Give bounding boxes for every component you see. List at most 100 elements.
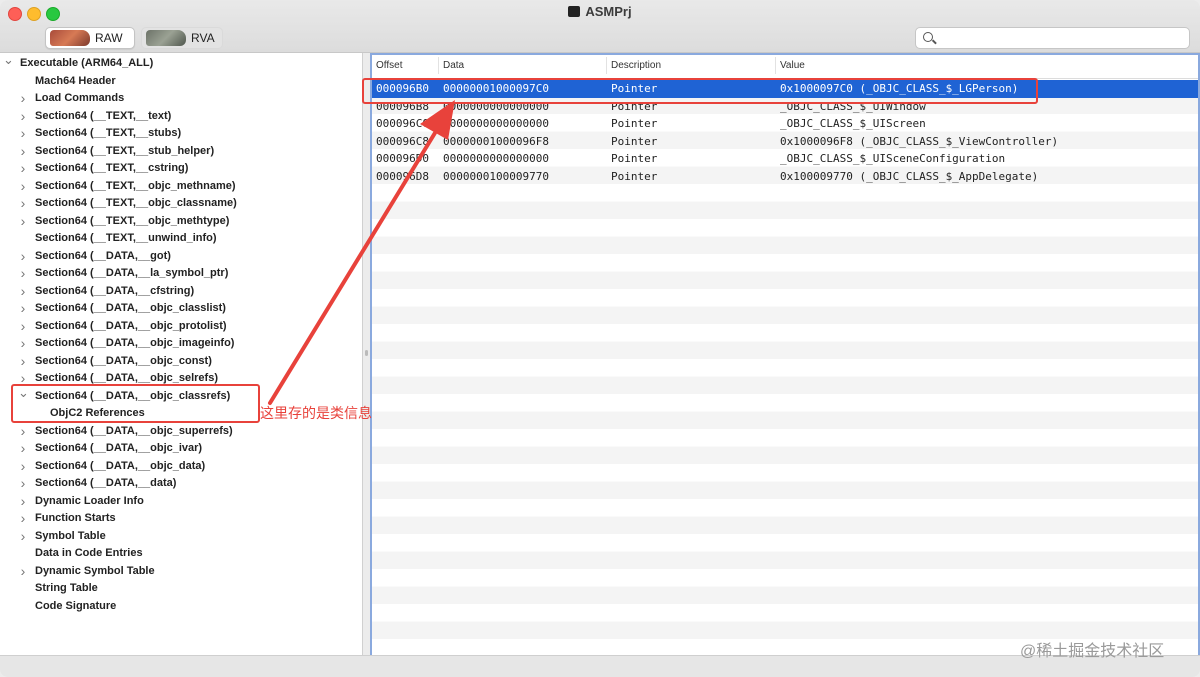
tree-item[interactable]: › Dynamic Loader Info <box>0 493 362 511</box>
chevron-down-icon[interactable]: ⌄ <box>3 53 14 69</box>
cell-description: Pointer <box>611 169 658 183</box>
tree-item-label: Mach64 Header <box>35 74 116 87</box>
tree-item-label: Dynamic Loader Info <box>35 494 144 507</box>
tree-item-label: Executable (ARM64_ALL) <box>20 57 154 69</box>
raw-mode-button[interactable]: RAW <box>45 27 135 49</box>
tree-item[interactable]: › Section64 (__DATA,__objc_selrefs) <box>0 370 362 388</box>
tree-item-label: Function Starts <box>35 512 116 524</box>
chevron-right-icon[interactable]: › <box>18 563 28 581</box>
table-row[interactable]: 000096B0 00000001000097C0 Pointer 0x1000097… <box>370 80 1200 98</box>
tree-item[interactable]: › Function Starts <box>0 510 362 528</box>
chevron-right-icon[interactable]: › <box>18 300 28 318</box>
tree-item-label: ObjC2 References <box>50 407 145 419</box>
tree-item[interactable]: › Section64 (__DATA,__got) <box>0 248 362 266</box>
chevron-right-icon[interactable]: › <box>18 108 28 126</box>
cell-description: Pointer <box>611 82 658 95</box>
chevron-right-icon[interactable]: › <box>18 125 28 143</box>
watermark: @稀土掘金技术社区 <box>1020 643 1165 660</box>
chevron-right-icon[interactable]: › <box>18 528 28 546</box>
document-icon <box>568 6 581 17</box>
chevron-right-icon[interactable]: › <box>18 493 28 511</box>
cell-value: 0x1000097C0 (_OBJC_CLASS_$_LGPerson) <box>780 82 1019 95</box>
chevron-right-icon[interactable]: › <box>18 213 28 231</box>
cell-offset: 000096D0 <box>376 152 429 165</box>
table-row[interactable]: 000096D8 0000000100009770 Pointer 0x1000097… <box>370 168 1200 186</box>
tree-item[interactable]: › Section64 (__TEXT,__objc_methtype) <box>0 213 362 231</box>
rva-mode-button[interactable]: RVA <box>141 27 223 49</box>
tree-item[interactable]: › Section64 (__DATA,__objc_imageinfo) <box>0 335 362 353</box>
table-row[interactable]: 000096D0 0000000000000000 Pointer _OBJC_CLA… <box>370 150 1200 168</box>
tree-item[interactable]: String Table <box>0 580 362 598</box>
chevron-right-icon[interactable]: › <box>18 248 28 266</box>
column-divider <box>438 57 439 74</box>
structure-tree[interactable]: ⌄ Executable (ARM64_ALL) Mach64 Header › Loa… <box>0 53 363 655</box>
tree-item[interactable]: ⌄ Executable (ARM64_ALL) <box>0 53 362 73</box>
tree-item[interactable]: Mach64 Header <box>0 73 362 91</box>
chevron-right-icon[interactable]: › <box>18 423 28 441</box>
chevron-right-icon[interactable]: › <box>18 353 28 371</box>
tree-item[interactable]: › Load Commands <box>0 90 362 108</box>
table-row[interactable]: 000096C8 00000001000096F8 Pointer 0x1000096… <box>370 133 1200 151</box>
chevron-right-icon[interactable]: › <box>18 475 28 493</box>
cell-data: 0000000000000000 <box>443 117 549 130</box>
tree-item[interactable]: › Section64 (__DATA,__data) <box>0 475 362 493</box>
tree-item-label: Section64 (__DATA,__objc_classlist) <box>35 302 226 314</box>
tree-item-label: Section64 (__DATA,__got) <box>35 249 171 262</box>
chevron-right-icon[interactable]: › <box>18 283 28 301</box>
chevron-right-icon[interactable]: › <box>18 440 28 458</box>
tree-item[interactable]: › Section64 (__TEXT,__stubs) <box>0 125 362 143</box>
chevron-right-icon[interactable]: › <box>18 510 28 528</box>
header-value[interactable]: Value <box>780 60 805 71</box>
tree-item[interactable]: › Section64 (__TEXT,__objc_classname) <box>0 195 362 213</box>
tree-item[interactable]: › Dynamic Symbol Table <box>0 563 362 581</box>
chevron-right-icon[interactable]: › <box>18 335 28 353</box>
tree-item[interactable]: › Section64 (__DATA,__objc_protolist) <box>0 318 362 336</box>
tree-item[interactable]: › Section64 (__DATA,__cfstring) <box>0 283 362 301</box>
tree-item[interactable]: › Section64 (__DATA,__la_symbol_ptr) <box>0 265 362 283</box>
tree-item-label: Section64 (__TEXT,__stub_helper) <box>35 144 215 157</box>
chevron-right-icon[interactable]: › <box>18 318 28 336</box>
tree-item[interactable]: › Symbol Table <box>0 528 362 546</box>
table-header: Offset Data Description Value <box>370 53 1200 79</box>
tree-item[interactable]: › Section64 (__TEXT,__text) <box>0 108 362 126</box>
tree-item-label: Section64 (__DATA,__objc_data) <box>35 459 206 472</box>
tree-item[interactable]: Code Signature <box>0 598 362 616</box>
cell-data: 0000000000000000 <box>443 152 549 165</box>
tree-item[interactable]: › Section64 (__DATA,__objc_ivar) <box>0 440 362 458</box>
tree-item-label: Section64 (__TEXT,__unwind_info) <box>35 232 217 244</box>
chevron-right-icon[interactable]: › <box>18 195 28 213</box>
chevron-right-icon[interactable]: › <box>18 160 28 178</box>
tree-item[interactable]: Data in Code Entries <box>0 545 362 563</box>
tree-item[interactable]: › Section64 (__DATA,__objc_data) <box>0 458 362 476</box>
chevron-right-icon[interactable]: › <box>18 143 28 161</box>
chevron-right-icon[interactable]: › <box>18 90 28 108</box>
chevron-right-icon[interactable]: › <box>18 458 28 476</box>
header-description[interactable]: Description <box>611 60 661 71</box>
tree-item[interactable]: › Section64 (__DATA,__objc_classlist) <box>0 300 362 318</box>
tree-item[interactable]: › Section64 (__TEXT,__stub_helper) <box>0 143 362 161</box>
chevron-down-icon[interactable]: ⌄ <box>18 384 29 402</box>
header-data[interactable]: Data <box>443 60 464 71</box>
data-table[interactable]: Offset Data Description Value 000096B0 00… <box>370 53 1200 655</box>
search-field[interactable] <box>915 27 1190 49</box>
table-row[interactable]: 000096B8 0000000000000000 Pointer _OBJC_CLA… <box>370 98 1200 116</box>
chevron-right-icon[interactable]: › <box>18 178 28 196</box>
app-window: ASMPrj RAW RVA ⌄ Executable (ARM64_ALL) Ma… <box>0 0 1200 677</box>
cell-description: Pointer <box>611 134 658 148</box>
annotation-label: 这里存的是类信息 <box>260 405 372 421</box>
tree-item-label: Code Signature <box>35 599 117 612</box>
cell-value: _OBJC_CLASS_$_UIScreen <box>780 117 926 130</box>
window-title: ASMPrj <box>0 4 1200 19</box>
header-offset[interactable]: Offset <box>376 60 403 71</box>
split-view-divider[interactable] <box>363 53 370 655</box>
tree-item-label: Section64 (__DATA,__objc_protolist) <box>35 319 227 332</box>
tree-item-label: Section64 (__DATA,__objc_classrefs) <box>35 389 231 402</box>
chevron-right-icon[interactable]: › <box>18 265 28 283</box>
cell-value: 0x1000096F8 (_OBJC_CLASS_$_ViewControlle… <box>780 134 1059 148</box>
tree-item[interactable]: › Section64 (__TEXT,__cstring) <box>0 160 362 178</box>
tree-item[interactable]: Section64 (__TEXT,__unwind_info) <box>0 230 362 248</box>
table-row[interactable]: 000096C0 0000000000000000 Pointer _OBJC_CLA… <box>370 115 1200 133</box>
tree-item[interactable]: › Section64 (__TEXT,__objc_methname) <box>0 178 362 196</box>
tree-item[interactable]: › Section64 (__DATA,__objc_const) <box>0 353 362 371</box>
tree-item[interactable]: › Section64 (__DATA,__objc_superrefs) <box>0 423 362 441</box>
